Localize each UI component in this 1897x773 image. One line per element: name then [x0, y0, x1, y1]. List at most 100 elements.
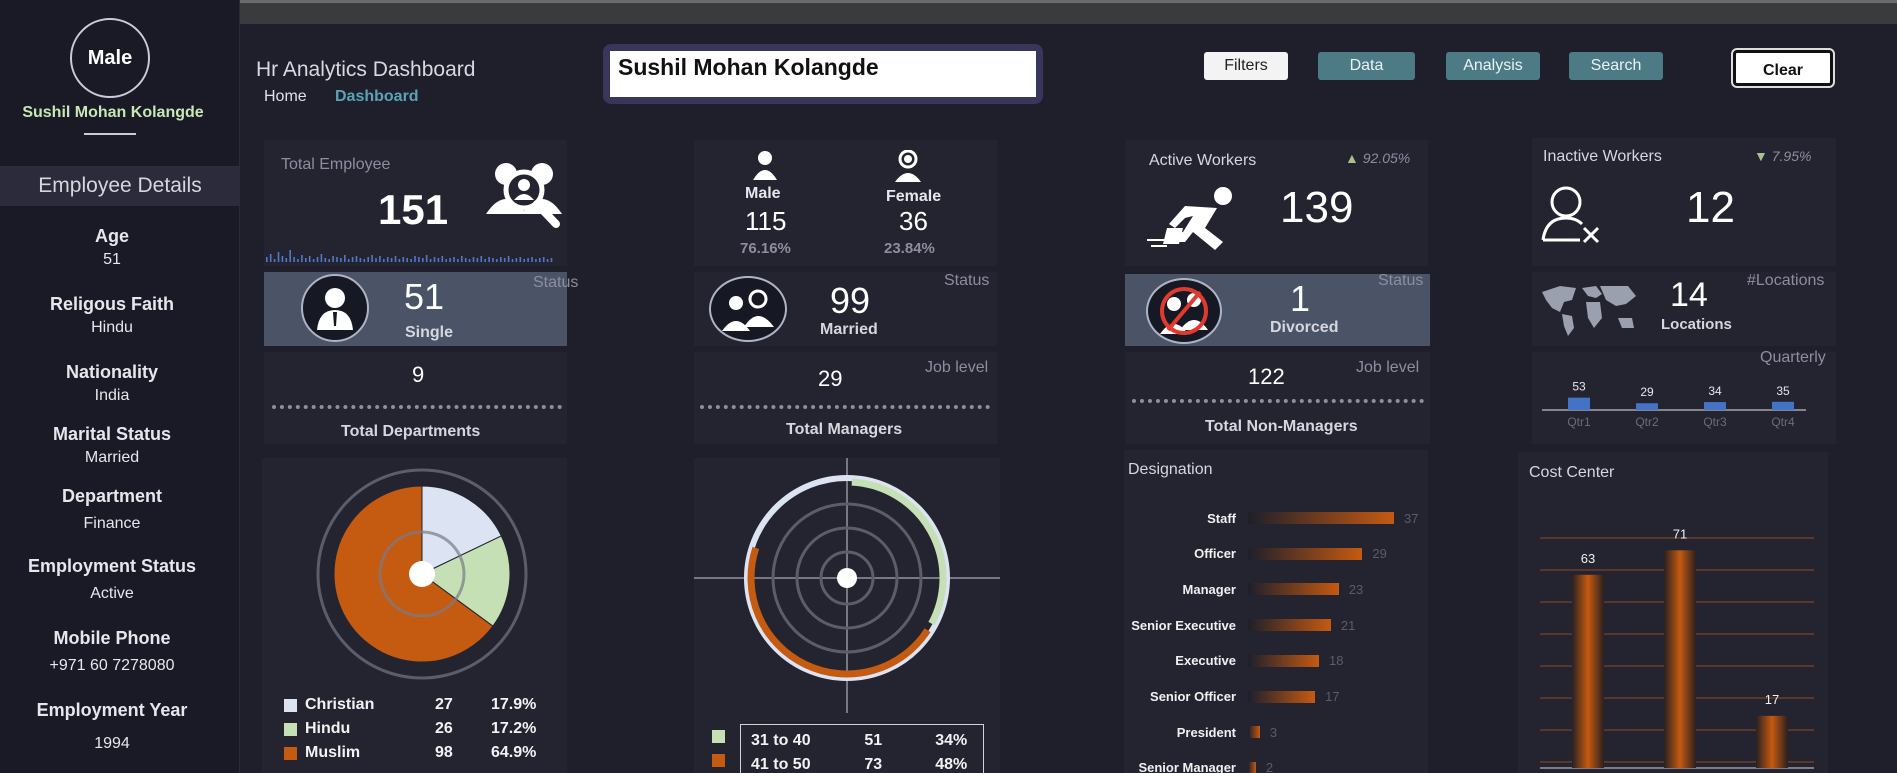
quarterly-category: Qtr1	[1567, 415, 1591, 429]
clear-button[interactable]: Clear	[1731, 48, 1835, 88]
quarterly-bar	[1772, 401, 1794, 410]
designation-value: 21	[1340, 617, 1356, 633]
age-legend: 31 to 40 51 34% 41 to 50 73 48%	[712, 724, 1002, 773]
designation-bar	[1248, 583, 1339, 596]
managers-value: 29	[818, 366, 843, 391]
female-count: 36	[899, 206, 928, 236]
sparkline-bar	[476, 258, 479, 262]
sparkline-bar	[410, 259, 412, 262]
breadcrumb-home[interactable]: Home	[264, 88, 307, 106]
married-label: Married	[820, 321, 878, 338]
sparkline-bar	[507, 256, 510, 262]
divorced-label: Divorced	[1270, 319, 1339, 336]
designation-category: Staff	[1207, 510, 1236, 526]
designation-bar	[1248, 512, 1394, 524]
divider-dotted	[700, 405, 990, 409]
sparkline-bar	[336, 257, 338, 262]
sparkline-bar	[273, 259, 276, 262]
ring-center-dot	[837, 568, 857, 588]
designation-bar	[1248, 547, 1363, 560]
field-marital-status: Marital Status Married	[0, 424, 224, 467]
designation-row: Senior Officer 17	[1124, 689, 1340, 705]
field-label: Religous Faith	[49, 294, 174, 314]
sparkline-bar	[449, 258, 451, 262]
sparkline-bar	[453, 257, 455, 262]
running-person-icon	[1147, 187, 1232, 250]
age-legend-swatches	[712, 724, 740, 773]
active-percent: ▲ 92.05%	[1345, 150, 1410, 166]
designation-row: Executive 18	[1124, 653, 1343, 669]
legend-count: 51	[864, 732, 883, 749]
sparkline-bar	[519, 257, 522, 262]
locations-value: 14	[1670, 276, 1708, 314]
field-nationality: Nationality India	[0, 362, 224, 405]
search-button[interactable]: Search	[1569, 52, 1663, 80]
sparkline-bar	[394, 256, 397, 262]
designation-bar	[1248, 619, 1331, 632]
field-value: 51	[103, 251, 121, 268]
quarterly-category: Qtr2	[1635, 415, 1659, 429]
sparkline-bar	[351, 257, 354, 262]
pie-center-dot	[409, 561, 435, 587]
field-label: Marital Status	[52, 424, 172, 444]
employee-name-input[interactable]	[610, 51, 1036, 97]
sparkline-bar	[371, 255, 373, 262]
designation-bar	[1248, 761, 1256, 773]
field-mobile-phone: Mobile Phone +971 60 7278080	[0, 628, 224, 675]
quarterly-value: 35	[1776, 384, 1790, 398]
people-search-icon	[486, 163, 562, 228]
locations-tag: #Locations	[1747, 272, 1825, 289]
female-label: Female	[886, 188, 942, 205]
departments-label: Total Departments	[341, 423, 481, 440]
sparkline-bar	[406, 258, 408, 262]
field-employment-year: Employment Year 1994	[0, 700, 224, 753]
sparkline-bar	[480, 256, 483, 262]
couple-silhouette-icon	[722, 289, 774, 331]
quarterly-bar	[1704, 402, 1726, 410]
legend-row: Hindu 26 17.2%	[284, 717, 564, 741]
quarterly-value: 29	[1640, 385, 1654, 399]
locations-label: Locations	[1661, 316, 1732, 333]
sparkline-bar	[422, 258, 424, 262]
designation-bar	[1248, 726, 1260, 739]
sparkline-bar	[297, 259, 299, 262]
sparkline-bar	[539, 258, 541, 262]
designation-bar	[1248, 690, 1316, 703]
designation-category: Senior Officer	[1150, 689, 1236, 704]
legend-row: Christian 27 17.9%	[284, 693, 564, 717]
analysis-button[interactable]: Analysis	[1446, 52, 1540, 80]
cost-value: 63	[1581, 551, 1595, 566]
sparkline-bar	[503, 258, 506, 262]
active-workers-label: Active Workers	[1149, 152, 1257, 169]
breadcrumb-dashboard[interactable]: Dashboard	[335, 88, 419, 106]
quarterly-bar-chart: 53 Qtr1 29 Qtr2 34 Qtr3 35 Qtr4	[1542, 380, 1806, 429]
field-label: Nationality	[65, 362, 158, 382]
employee-details-header: Employee Details	[0, 166, 240, 206]
legend-name: Christian	[305, 696, 375, 713]
managers-tag: Job level	[925, 359, 989, 376]
age-arc	[851, 478, 947, 626]
sparkline-bar	[324, 258, 327, 262]
designation-category: Senior Executive	[1131, 617, 1236, 633]
field-value: India	[94, 387, 130, 404]
age-arc	[747, 546, 931, 678]
data-button[interactable]: Data	[1318, 52, 1415, 80]
sparkline-bar	[340, 258, 342, 262]
sparkline-bar	[390, 258, 393, 262]
non-managers-value: 122	[1248, 364, 1285, 389]
cost-bar	[1664, 550, 1696, 768]
field-value: 1994	[94, 735, 130, 752]
broken-couple-icon	[1160, 287, 1208, 335]
male-count: 115	[745, 206, 787, 236]
designation-category: President	[1176, 724, 1236, 740]
filters-button[interactable]: Filters	[1204, 52, 1288, 80]
sparkline-bar	[320, 254, 323, 262]
religion-legend: Christian 27 17.9% Hindu 26 17.2% Muslim 98 64.9…	[284, 693, 564, 765]
field-religion: Religous Faith Hindu	[0, 294, 224, 337]
designation-category: Manager	[1182, 581, 1236, 597]
designation-row: Officer 29	[1124, 546, 1387, 562]
sparkline-bar	[414, 256, 416, 262]
designation-category: Officer	[1194, 546, 1236, 562]
sparkline-bar	[433, 257, 436, 262]
legend-name: Muslim	[305, 744, 361, 761]
